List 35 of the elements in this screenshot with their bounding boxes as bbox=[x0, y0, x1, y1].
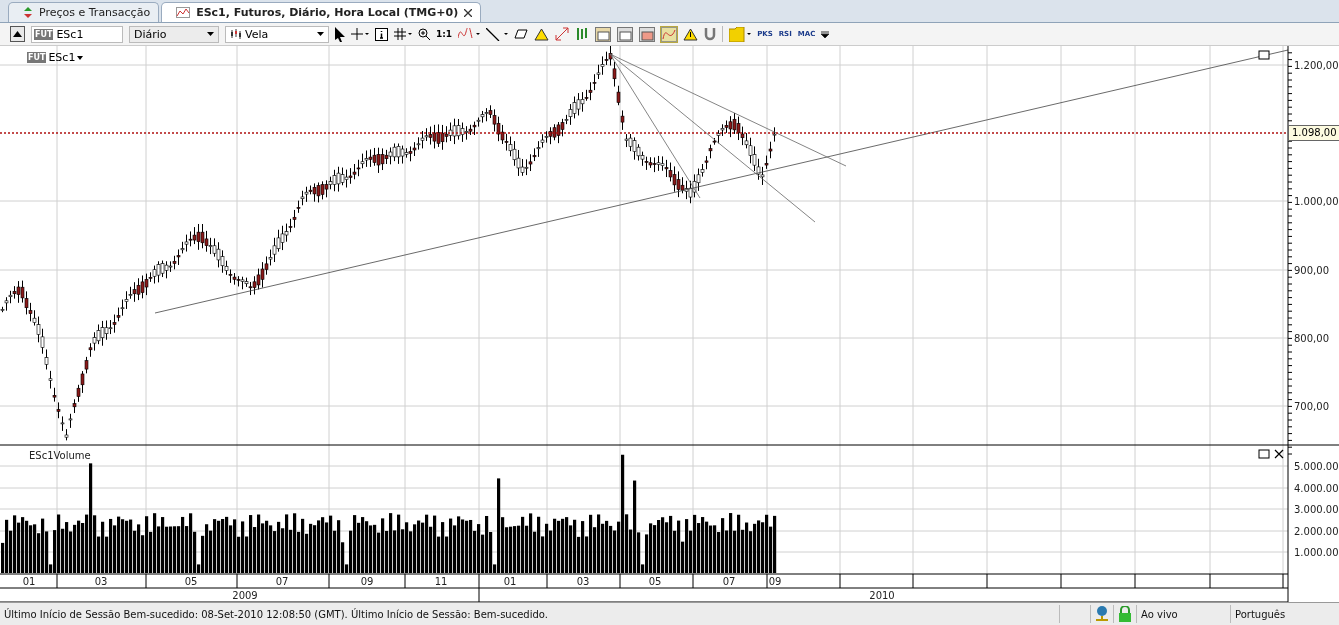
axis-label: 2.000.00 bbox=[1294, 526, 1339, 537]
month-label: 07 bbox=[722, 576, 736, 587]
price-tag: 1.098,00 bbox=[1288, 125, 1339, 141]
scale-button[interactable]: 1:1 bbox=[436, 29, 453, 39]
axis-label: 3.000.00 bbox=[1294, 504, 1339, 515]
tab[interactable]: Preços e Transacção bbox=[8, 2, 160, 22]
axis-label: 5.000.00 bbox=[1294, 461, 1339, 472]
volume-label: ESc1Volume bbox=[29, 450, 91, 461]
axis-label: 1.000,00 bbox=[1294, 196, 1339, 207]
axis-label: 1.000.00 bbox=[1294, 547, 1339, 558]
month-label: 09 bbox=[360, 576, 374, 587]
symbol-field[interactable]: FUT ESc1 bbox=[31, 25, 123, 43]
axis-label: 800,00 bbox=[1294, 333, 1329, 344]
year-label: 2009 bbox=[232, 590, 258, 601]
period-dropdown[interactable]: Diário bbox=[129, 25, 219, 43]
month-label: 05 bbox=[184, 576, 198, 587]
month-label: 03 bbox=[94, 576, 108, 587]
status-message: Último Início de Sessão Bem-sucedido: 08-Set-2010 12:08:50 (GMT). Último Início de Sessão: Bem-sucedido. bbox=[3, 608, 549, 620]
chart-type-dropdown[interactable]: Vela bbox=[225, 25, 329, 43]
year-label: 2010 bbox=[869, 590, 895, 601]
month-label: 07 bbox=[275, 576, 289, 587]
month-label: 11 bbox=[434, 576, 448, 587]
tab[interactable]: ESc1, Futuros, Diário, Hora Local (TMG+0) bbox=[161, 2, 482, 22]
language-status: Português bbox=[1230, 605, 1339, 623]
month-label: 01 bbox=[22, 576, 36, 587]
symbol-legend[interactable]: FUT ESc1 bbox=[27, 51, 84, 64]
month-label: 05 bbox=[648, 576, 662, 587]
axis-label: 700,00 bbox=[1294, 401, 1329, 412]
axis-label: 4.000.00 bbox=[1294, 483, 1339, 494]
month-label: 03 bbox=[576, 576, 590, 587]
axis-label: 900,00 bbox=[1294, 265, 1329, 276]
axis-label: 1.200,00 bbox=[1294, 60, 1339, 71]
month-label: 01 bbox=[503, 576, 517, 587]
connection-status: Ao vivo bbox=[1136, 605, 1230, 623]
month-label: 09 bbox=[768, 576, 782, 587]
